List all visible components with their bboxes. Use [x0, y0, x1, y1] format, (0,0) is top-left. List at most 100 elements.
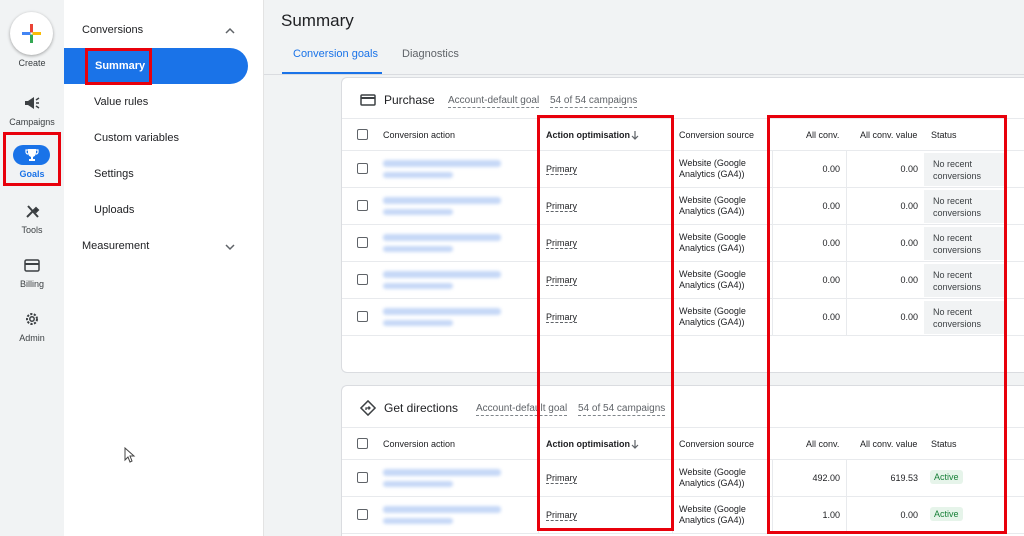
- redacted-action-name[interactable]: [383, 160, 501, 167]
- select-all-checkbox[interactable]: [357, 438, 368, 449]
- redacted-action-name[interactable]: [383, 506, 501, 513]
- column-divider: [538, 262, 539, 298]
- optimisation-value[interactable]: Primary: [546, 275, 577, 286]
- optimisation-value[interactable]: Primary: [546, 510, 577, 521]
- col-status[interactable]: Status: [931, 439, 957, 449]
- conversion-source-value: Website (Google Analytics (GA4)): [679, 195, 746, 216]
- redacted-action-name-line2: [383, 320, 453, 326]
- col-conversion-action[interactable]: Conversion action: [383, 130, 455, 140]
- rail-label-admin: Admin: [19, 333, 45, 343]
- redacted-action-name[interactable]: [383, 469, 501, 476]
- column-divider: [538, 225, 539, 261]
- rail-label-billing: Billing: [19, 279, 44, 289]
- purchase-goal-card: Purchase Account-default goal 54 of 54 c…: [341, 77, 1024, 373]
- card-header: Get directions Account-default goal 54 o…: [342, 386, 1024, 431]
- chevron-down-icon[interactable]: [224, 241, 236, 253]
- column-divider: [846, 188, 847, 224]
- get-directions-goal-card: Get directions Account-default goal 54 o…: [341, 385, 1024, 536]
- table-row[interactable]: Primary Website (Google Analytics (GA4))…: [342, 299, 1024, 336]
- tab-conversion-goals[interactable]: Conversion goals: [293, 48, 378, 60]
- arrow-down-icon[interactable]: [630, 439, 640, 449]
- nav-item-value-rules[interactable]: Value rules: [94, 96, 148, 108]
- col-all-conv[interactable]: All conv.: [806, 130, 839, 140]
- trophy-icon: [13, 145, 50, 165]
- left-rail: Create Campaigns Goals Tools Billing Adm…: [0, 0, 64, 536]
- column-divider: [538, 497, 539, 533]
- table-row[interactable]: Primary Website (Google Analytics (GA4))…: [342, 497, 1024, 534]
- campaigns-link[interactable]: 54 of 54 campaigns: [550, 95, 638, 108]
- nav-item-custom-variables[interactable]: Custom variables: [94, 132, 179, 144]
- col-conversion-action[interactable]: Conversion action: [383, 439, 455, 449]
- column-divider: [772, 460, 773, 496]
- rail-item-billing[interactable]: Billing: [0, 255, 64, 301]
- all-conv-value-amount: 0.00: [900, 312, 918, 322]
- table-row[interactable]: Primary Website (Google Analytics (GA4))…: [342, 460, 1024, 497]
- redacted-action-name[interactable]: [383, 197, 501, 204]
- column-divider: [772, 225, 773, 261]
- tab-diagnostics[interactable]: Diagnostics: [402, 48, 459, 60]
- col-all-conv-value[interactable]: All conv. value: [860, 130, 917, 140]
- google-ads-app: Create Campaigns Goals Tools Billing Adm…: [0, 0, 1024, 536]
- row-checkbox[interactable]: [357, 509, 368, 520]
- redacted-action-name[interactable]: [383, 271, 501, 278]
- redacted-action-name[interactable]: [383, 308, 501, 315]
- optimisation-value[interactable]: Primary: [546, 238, 577, 249]
- mouse-cursor-icon: [124, 447, 136, 463]
- optimisation-value[interactable]: Primary: [546, 473, 577, 484]
- card-title: Purchase: [384, 93, 435, 107]
- nav-group-measurement[interactable]: Measurement: [82, 240, 149, 252]
- col-conversion-source[interactable]: Conversion source: [679, 130, 754, 140]
- table-row[interactable]: Primary Website (Google Analytics (GA4))…: [342, 225, 1024, 262]
- col-action-optimisation[interactable]: Action optimisation: [546, 439, 630, 449]
- arrow-down-icon[interactable]: [630, 130, 640, 140]
- row-checkbox[interactable]: [357, 472, 368, 483]
- optimisation-value[interactable]: Primary: [546, 164, 577, 175]
- redacted-action-name-line2: [383, 518, 453, 524]
- table-row[interactable]: Primary Website (Google Analytics (GA4))…: [342, 262, 1024, 299]
- row-checkbox[interactable]: [357, 274, 368, 285]
- row-checkbox[interactable]: [357, 200, 368, 211]
- redacted-action-name[interactable]: [383, 234, 501, 241]
- redacted-action-name-line2: [383, 172, 453, 178]
- credit-card-icon: [360, 94, 376, 106]
- all-conv-value-amount: 0.00: [900, 275, 918, 285]
- table-row[interactable]: Primary Website (Google Analytics (GA4))…: [342, 188, 1024, 225]
- table-row[interactable]: Primary Website (Google Analytics (GA4))…: [342, 151, 1024, 188]
- status-text: No recent conversions: [933, 233, 982, 255]
- column-divider: [672, 151, 673, 187]
- redacted-action-name-line2: [383, 246, 453, 252]
- create-button[interactable]: [10, 12, 53, 55]
- goal-type-link[interactable]: Account-default goal: [448, 95, 540, 108]
- select-all-checkbox[interactable]: [357, 129, 368, 140]
- col-all-conv[interactable]: All conv.: [806, 439, 839, 449]
- col-status[interactable]: Status: [931, 130, 957, 140]
- col-action-optimisation[interactable]: Action optimisation: [546, 130, 630, 140]
- redacted-action-name-line2: [383, 209, 453, 215]
- optimisation-value[interactable]: Primary: [546, 201, 577, 212]
- megaphone-icon: [20, 93, 44, 113]
- rail-item-goals[interactable]: Goals: [0, 145, 64, 191]
- table-header: Conversion action Action optimisation Co…: [342, 427, 1024, 460]
- column-divider: [772, 188, 773, 224]
- column-divider: [846, 299, 847, 335]
- nav-item-summary[interactable]: Summary: [64, 48, 248, 84]
- nav-item-uploads[interactable]: Uploads: [94, 204, 134, 216]
- chevron-up-icon[interactable]: [224, 25, 236, 37]
- row-checkbox[interactable]: [357, 311, 368, 322]
- status-text: No recent conversions: [933, 270, 982, 292]
- nav-item-settings[interactable]: Settings: [94, 168, 134, 180]
- row-checkbox[interactable]: [357, 163, 368, 174]
- campaigns-link[interactable]: 54 of 54 campaigns: [578, 403, 666, 416]
- row-checkbox[interactable]: [357, 237, 368, 248]
- col-conversion-source[interactable]: Conversion source: [679, 439, 754, 449]
- nav-group-conversions[interactable]: Conversions: [82, 24, 143, 36]
- goal-type-link[interactable]: Account-default goal: [476, 403, 568, 416]
- rail-label-campaigns: Campaigns: [9, 117, 55, 127]
- status-text: No recent conversions: [933, 196, 982, 218]
- col-all-conv-value[interactable]: All conv. value: [860, 439, 917, 449]
- rail-item-campaigns[interactable]: Campaigns: [0, 93, 64, 139]
- rail-item-tools[interactable]: Tools: [0, 201, 64, 247]
- optimisation-value[interactable]: Primary: [546, 312, 577, 323]
- rail-item-admin[interactable]: Admin: [0, 309, 64, 355]
- card-header: Purchase Account-default goal 54 of 54 c…: [342, 78, 1024, 123]
